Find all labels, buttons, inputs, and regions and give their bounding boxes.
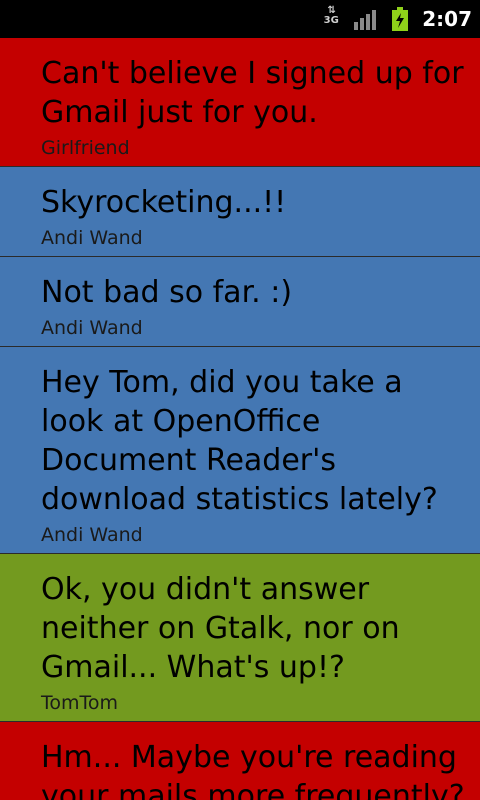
clock: 2:07 (422, 7, 472, 31)
message-item[interactable]: Hm... Maybe you're reading your mails mo… (0, 722, 480, 800)
message-author: TomTom (41, 692, 119, 714)
message-text: Not bad so far. :) (41, 275, 293, 310)
network-label: 3G (323, 15, 339, 26)
signal-strength-icon (354, 8, 378, 30)
message-text: Hey Tom, did you take a look at OpenOffi… (41, 365, 438, 517)
message-text: Can't believe I signed up for Gmail just… (41, 56, 464, 130)
message-item[interactable]: Can't believe I signed up for Gmail just… (0, 38, 480, 167)
message-author: Girlfriend (41, 137, 130, 159)
message-text: Ok, you didn't answer neither on Gtalk, … (41, 572, 400, 685)
message-text: Skyrocketing...!! (41, 185, 287, 220)
message-author: Andi Wand (41, 317, 143, 339)
message-author: Andi Wand (41, 227, 143, 249)
network-3g-icon: ⇅ 3G (320, 6, 342, 32)
message-item[interactable]: Not bad so far. :) Andi Wand (0, 257, 480, 347)
message-text: Hm... Maybe you're reading your mails mo… (41, 740, 465, 800)
status-bar: ⇅ 3G 2:07 (0, 0, 480, 38)
battery-charging-icon (392, 7, 409, 31)
message-item[interactable]: Skyrocketing...!! Andi Wand (0, 167, 480, 257)
message-list[interactable]: Can't believe I signed up for Gmail just… (0, 38, 480, 800)
message-author: Andi Wand (41, 524, 143, 546)
status-icons: ⇅ 3G 2:07 (320, 0, 472, 38)
message-item[interactable]: Hey Tom, did you take a look at OpenOffi… (0, 347, 480, 554)
message-item[interactable]: Ok, you didn't answer neither on Gtalk, … (0, 554, 480, 722)
